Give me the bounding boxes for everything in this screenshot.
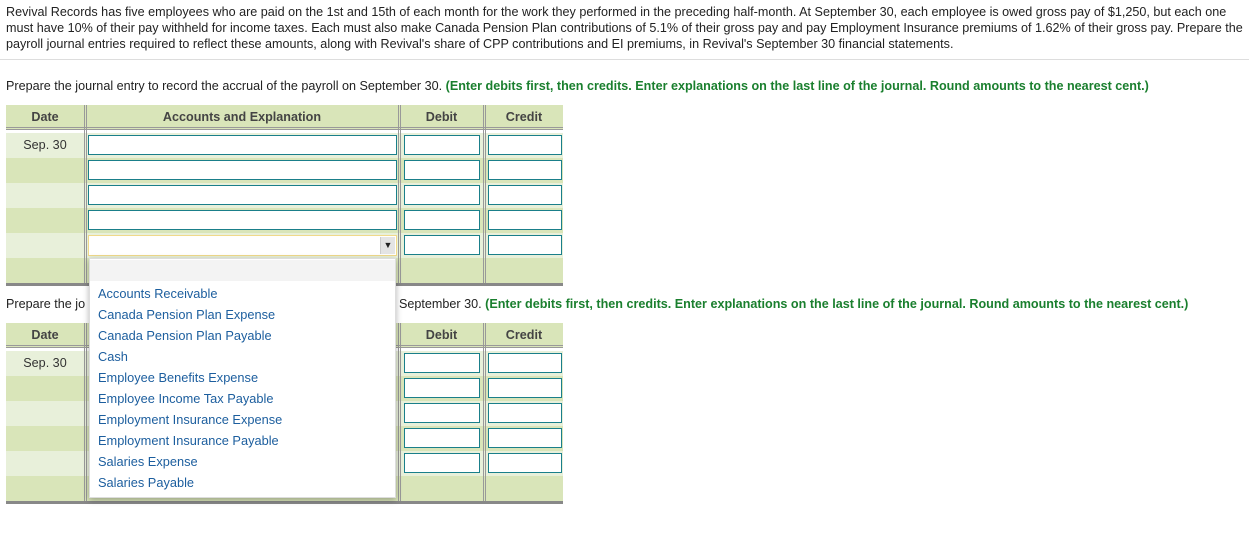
credit-input[interactable] (488, 185, 562, 205)
header-accounts: Accounts and Explanation (162, 110, 322, 124)
divider (0, 59, 1249, 60)
debit-input[interactable] (404, 135, 480, 155)
column-divider (483, 323, 486, 501)
debit-input[interactable] (404, 403, 480, 423)
part1-instruction: Prepare the journal entry to record the … (6, 79, 1149, 93)
account-input[interactable] (88, 160, 397, 180)
credit-input[interactable] (488, 453, 562, 473)
table-row: ▼ (6, 233, 563, 258)
table-row (6, 183, 563, 208)
column-divider (84, 323, 87, 501)
instruction-note: (Enter debits first, then credits. Enter… (445, 79, 1149, 93)
header-credit: Credit (505, 328, 543, 342)
dropdown-option[interactable]: Canada Pension Plan Expense (98, 307, 275, 322)
debit-input[interactable] (404, 160, 480, 180)
account-input[interactable] (88, 135, 397, 155)
part2-instruction: Prepare the jo (6, 297, 85, 311)
debit-input[interactable] (404, 185, 480, 205)
table-row (6, 158, 563, 183)
dropdown-option[interactable]: Cash (98, 349, 128, 364)
dropdown-option[interactable]: Employee Income Tax Payable (98, 391, 273, 406)
dropdown-option[interactable]: Accounts Receivable (98, 286, 218, 301)
instruction-text: Prepare the jo (6, 297, 86, 311)
credit-input[interactable] (488, 378, 562, 398)
header-debit: Debit (425, 110, 458, 124)
credit-input[interactable] (488, 210, 562, 230)
dropdown-option[interactable]: Canada Pension Plan Payable (98, 328, 272, 343)
credit-input[interactable] (488, 135, 562, 155)
part2-instruction-right: September 30. (Enter debits first, then … (399, 297, 1188, 311)
table-row: Sep. 30 (6, 133, 563, 158)
column-divider (398, 323, 401, 501)
debit-input[interactable] (404, 235, 480, 255)
account-input[interactable] (88, 185, 397, 205)
dropdown-blank-option[interactable] (90, 260, 395, 281)
credit-input[interactable] (488, 235, 562, 255)
dropdown-option[interactable]: Salaries Expense (98, 454, 198, 469)
debit-input[interactable] (404, 378, 480, 398)
dropdown-option[interactable]: Salaries Payable (98, 475, 194, 490)
date-cell: Sep. 30 (23, 138, 67, 152)
debit-input[interactable] (404, 428, 480, 448)
dropdown-option[interactable]: Employee Benefits Expense (98, 370, 258, 385)
account-dropdown-list[interactable]: Accounts Receivable Canada Pension Plan E… (89, 258, 396, 498)
header-date: Date (31, 328, 59, 342)
header-debit: Debit (425, 328, 458, 342)
debit-input[interactable] (404, 353, 480, 373)
debit-input[interactable] (404, 210, 480, 230)
header-credit: Credit (505, 110, 543, 124)
instruction-note: (Enter debits first, then credits. Enter… (485, 297, 1189, 311)
credit-input[interactable] (488, 160, 562, 180)
date-cell: Sep. 30 (23, 356, 67, 370)
problem-text: Revival Records has five employees who a… (6, 5, 1243, 51)
column-divider (398, 105, 401, 283)
table-header: Date Accounts and Explanation Debit Credit (6, 105, 563, 130)
account-select[interactable]: ▼ (88, 235, 397, 256)
credit-input[interactable] (488, 353, 562, 373)
credit-input[interactable] (488, 428, 562, 448)
instruction-text: September 30. (399, 297, 482, 311)
dropdown-option[interactable]: Employment Insurance Expense (98, 412, 282, 427)
column-divider (483, 105, 486, 283)
account-input[interactable] (88, 210, 397, 230)
header-date: Date (31, 110, 59, 124)
table-row (6, 208, 563, 233)
dropdown-option[interactable]: Employment Insurance Payable (98, 433, 279, 448)
debit-input[interactable] (404, 453, 480, 473)
table-bottom-border (6, 501, 563, 504)
credit-input[interactable] (488, 403, 562, 423)
instruction-text: Prepare the journal entry to record the … (6, 79, 443, 93)
chevron-down-icon[interactable]: ▼ (380, 237, 395, 254)
column-divider (84, 105, 87, 283)
